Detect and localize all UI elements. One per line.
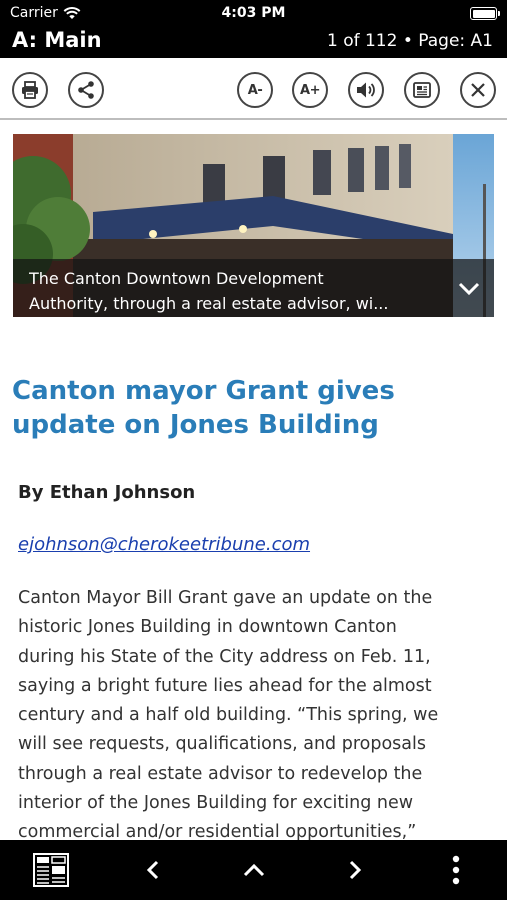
article-view-button[interactable] [404, 72, 440, 108]
article-photo[interactable]: The Canton Downtown Development Authorit… [13, 134, 494, 317]
up-chevron-icon [243, 863, 265, 877]
battery-icon [470, 7, 500, 20]
previous-button[interactable] [133, 850, 173, 890]
increase-font-label: A+ [300, 82, 320, 98]
clock: 4:03 PM [221, 5, 286, 21]
decrease-font-label: A- [247, 82, 263, 98]
status-bar: Carrier 4:03 PM [0, 0, 507, 26]
body-line: through a real estate advisor to redevel… [18, 763, 423, 784]
author-email-link[interactable]: ejohnson@cherokeetribune.com [18, 534, 310, 555]
body-line: during his State of the City address on … [18, 646, 431, 667]
body-line: saying a bright future lies ahead for th… [18, 675, 432, 696]
title-bar: A: Main 1 of 112 • Page: A1 [0, 26, 507, 58]
section-title[interactable]: A: Main [12, 28, 102, 52]
page-indicator: 1 of 112 • Page: A1 [326, 31, 493, 51]
scroll-up-button[interactable] [234, 850, 274, 890]
read-aloud-button[interactable] [348, 72, 384, 108]
body-line: historic Jones Building in downtown Cant… [18, 617, 397, 638]
body-line: interior of the Jones Building for excit… [18, 793, 414, 814]
more-options-button[interactable] [436, 850, 476, 890]
decrease-font-button[interactable]: A- [237, 72, 273, 108]
body-line: Canton Mayor Bill Grant gave an update o… [18, 588, 433, 608]
print-icon [22, 81, 38, 99]
chevron-down-icon[interactable] [456, 275, 482, 301]
increase-font-button[interactable]: A+ [292, 72, 328, 108]
close-button[interactable] [460, 72, 496, 108]
article-body: Canton Mayor Bill Grant gave an update o… [18, 584, 490, 840]
body-line: commercial and/or residential opportunit… [18, 822, 417, 840]
caption-line-1: The Canton Downtown Development [29, 269, 324, 288]
share-icon [78, 81, 94, 99]
caption-line-2: Authority, through a real estate advisor… [29, 294, 389, 313]
pages-button[interactable] [31, 850, 71, 890]
bottom-nav [0, 840, 507, 900]
next-chevron-icon [349, 860, 362, 880]
body-line: century and a half old building. “This s… [18, 705, 439, 726]
body-line: will see requests, qualifications, and p… [18, 734, 426, 755]
article-toolbar: A- A+ [0, 58, 507, 120]
more-options-icon [452, 855, 460, 885]
article-byline: By Ethan Johnson [18, 482, 196, 503]
print-button[interactable] [12, 72, 48, 108]
share-button[interactable] [68, 72, 104, 108]
photo-caption[interactable]: The Canton Downtown Development Authorit… [13, 259, 494, 317]
top-bar: Carrier 4:03 PM A: Main 1 of 112 • Page:… [0, 0, 507, 58]
article-headline: Canton mayor Grant gives update on Jones… [12, 376, 395, 440]
pages-grid-icon [33, 853, 69, 887]
previous-chevron-icon [146, 860, 159, 880]
close-icon [471, 83, 485, 97]
speaker-icon [357, 82, 375, 98]
article-view-icon [413, 82, 431, 98]
next-button[interactable] [335, 850, 375, 890]
